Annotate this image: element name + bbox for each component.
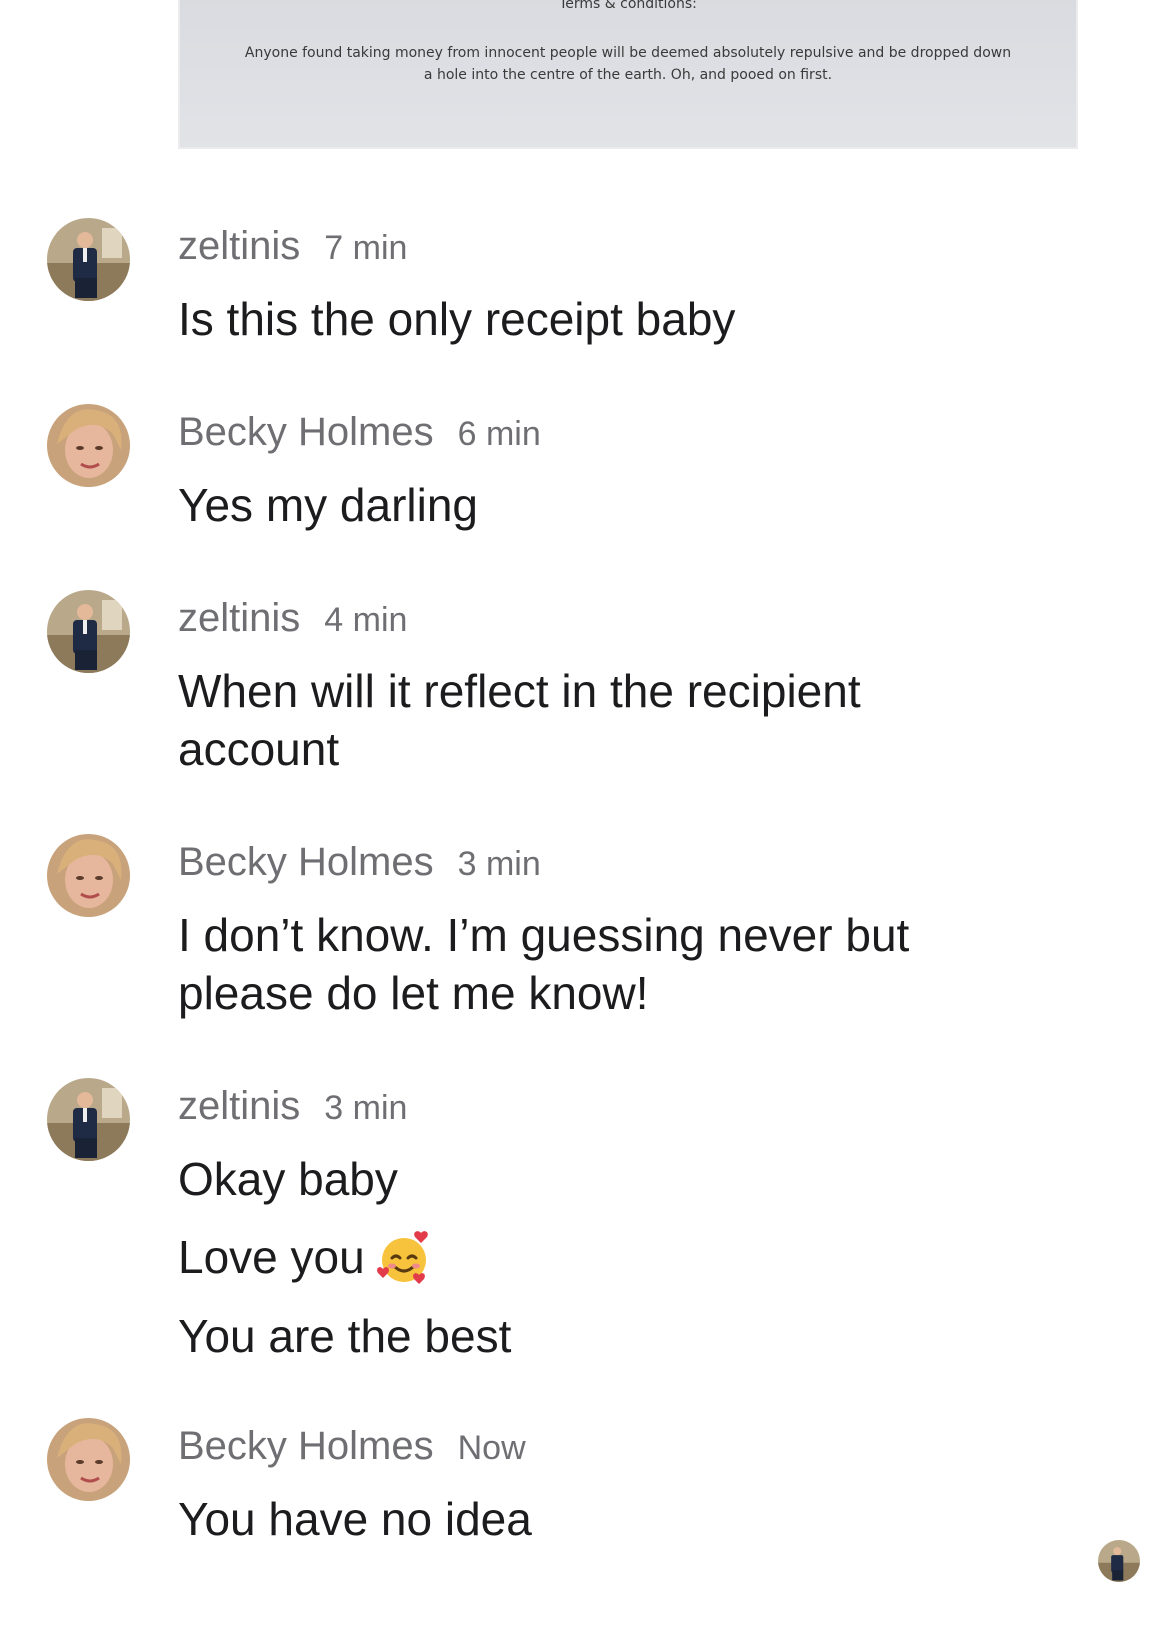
message-text: When will it reflect in the recipient ac… <box>178 665 861 775</box>
author-name[interactable]: Becky Holmes <box>178 1424 434 1468</box>
avatar-zeltinis[interactable] <box>47 590 130 673</box>
message-text: Yes my darling <box>178 479 479 531</box>
message-text: Okay baby <box>178 1153 398 1205</box>
message-text: You have no idea <box>178 1493 532 1545</box>
read-receipt-avatar <box>1098 1540 1140 1582</box>
avatar-zeltinis[interactable] <box>47 218 130 301</box>
avatar-becky-holmes[interactable] <box>47 834 130 917</box>
message-text: You are the best <box>178 1310 512 1362</box>
message-time: 3 min <box>457 845 541 883</box>
avatar-zeltinis[interactable] <box>47 1078 130 1161</box>
terms-body: Anyone found taking money from innocent … <box>244 45 1012 83</box>
message-text: I don’t know. I’m guessing never but ple… <box>178 909 910 1019</box>
message-time: 7 min <box>324 229 408 267</box>
author-name[interactable]: Becky Holmes <box>178 840 434 884</box>
message-time: Now <box>457 1429 526 1467</box>
message-time: 6 min <box>457 415 541 453</box>
message-text: Love you <box>178 1231 365 1283</box>
receipt-image[interactable]: Terms & conditions: Anyone found taking … <box>178 0 1078 149</box>
terms-heading: Terms & conditions: <box>559 0 697 12</box>
message-text: Is this the only receipt baby <box>178 293 736 345</box>
author-name[interactable]: zeltinis <box>178 1084 300 1128</box>
avatar-becky-holmes[interactable] <box>47 1418 130 1501</box>
author-name[interactable]: zeltinis <box>178 596 300 640</box>
message-time: 4 min <box>324 601 408 639</box>
author-name[interactable]: zeltinis <box>178 224 300 268</box>
smiling-face-with-hearts-icon <box>375 1229 433 1287</box>
message-time: 3 min <box>324 1089 408 1127</box>
author-name[interactable]: Becky Holmes <box>178 410 434 454</box>
message-text-with-emoji: Love you <box>178 1228 998 1287</box>
avatar-becky-holmes[interactable] <box>47 404 130 487</box>
